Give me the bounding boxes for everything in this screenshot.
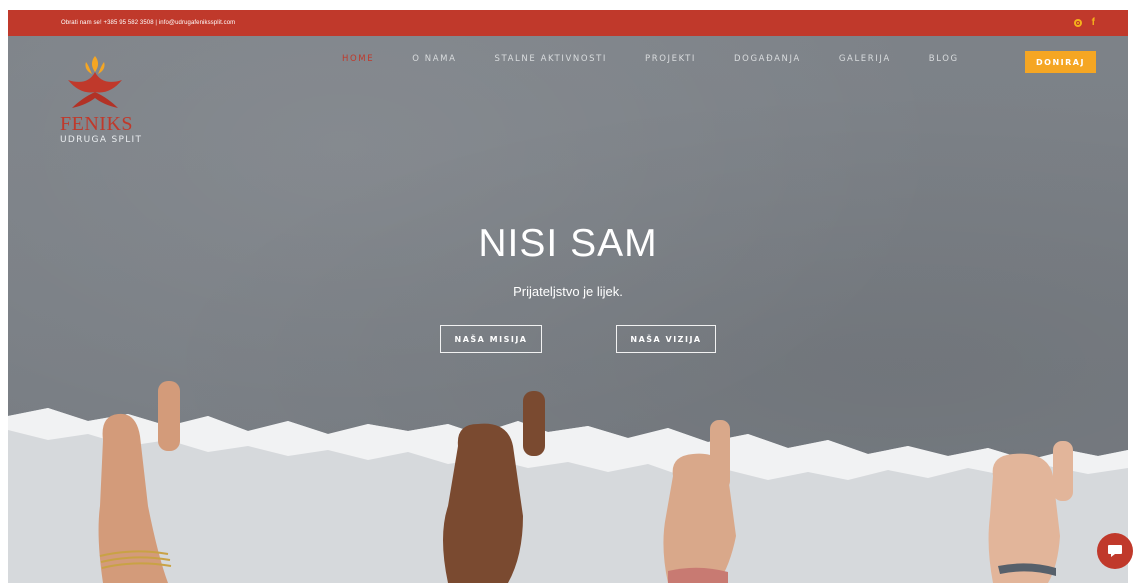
logo-subtitle: UDRUGA SPLIT: [60, 135, 143, 145]
chat-icon: [1108, 545, 1122, 557]
page-frame: Obrati nam se! +385 95 582 3508 | info@u…: [8, 10, 1128, 583]
main-nav: HOME O NAMA STALNE AKTIVNOSTI PROJEKTI D…: [342, 54, 997, 64]
facebook-icon[interactable]: f: [1092, 17, 1095, 29]
phoenix-logo-icon: [68, 56, 122, 108]
nav-item-dogadanja[interactable]: DOGAĐANJA: [734, 54, 801, 64]
chat-button[interactable]: [1097, 533, 1133, 569]
vision-button[interactable]: NAŠA VIZIJA: [616, 325, 716, 353]
hero-section: [8, 36, 1128, 583]
hero-title: NISI SAM: [478, 222, 658, 265]
logo-name: FENIKS: [60, 113, 134, 135]
social-links: f: [1073, 17, 1095, 29]
donate-button[interactable]: DONIRAJ: [1025, 51, 1096, 73]
site-logo[interactable]: FENIKS UDRUGA SPLIT: [60, 52, 150, 146]
top-info-bar: Obrati nam se! +385 95 582 3508 | info@u…: [8, 10, 1128, 36]
mission-button[interactable]: NAŠA MISIJA: [440, 325, 542, 353]
instagram-icon[interactable]: [1073, 19, 1082, 27]
nav-item-galerija[interactable]: GALERIJA: [839, 54, 891, 64]
hero-illustration: [8, 381, 1128, 583]
contact-info[interactable]: Obrati nam se! +385 95 582 3508 | info@u…: [61, 20, 235, 26]
nav-item-stalne-aktivnosti[interactable]: STALNE AKTIVNOSTI: [495, 54, 608, 64]
nav-item-o-nama[interactable]: O NAMA: [412, 54, 456, 64]
nav-item-blog[interactable]: BLOG: [929, 54, 959, 64]
nav-item-home[interactable]: HOME: [342, 54, 374, 64]
nav-item-projekti[interactable]: PROJEKTI: [645, 54, 696, 64]
hero-subtitle: Prijateljstvo je lijek.: [513, 284, 623, 299]
